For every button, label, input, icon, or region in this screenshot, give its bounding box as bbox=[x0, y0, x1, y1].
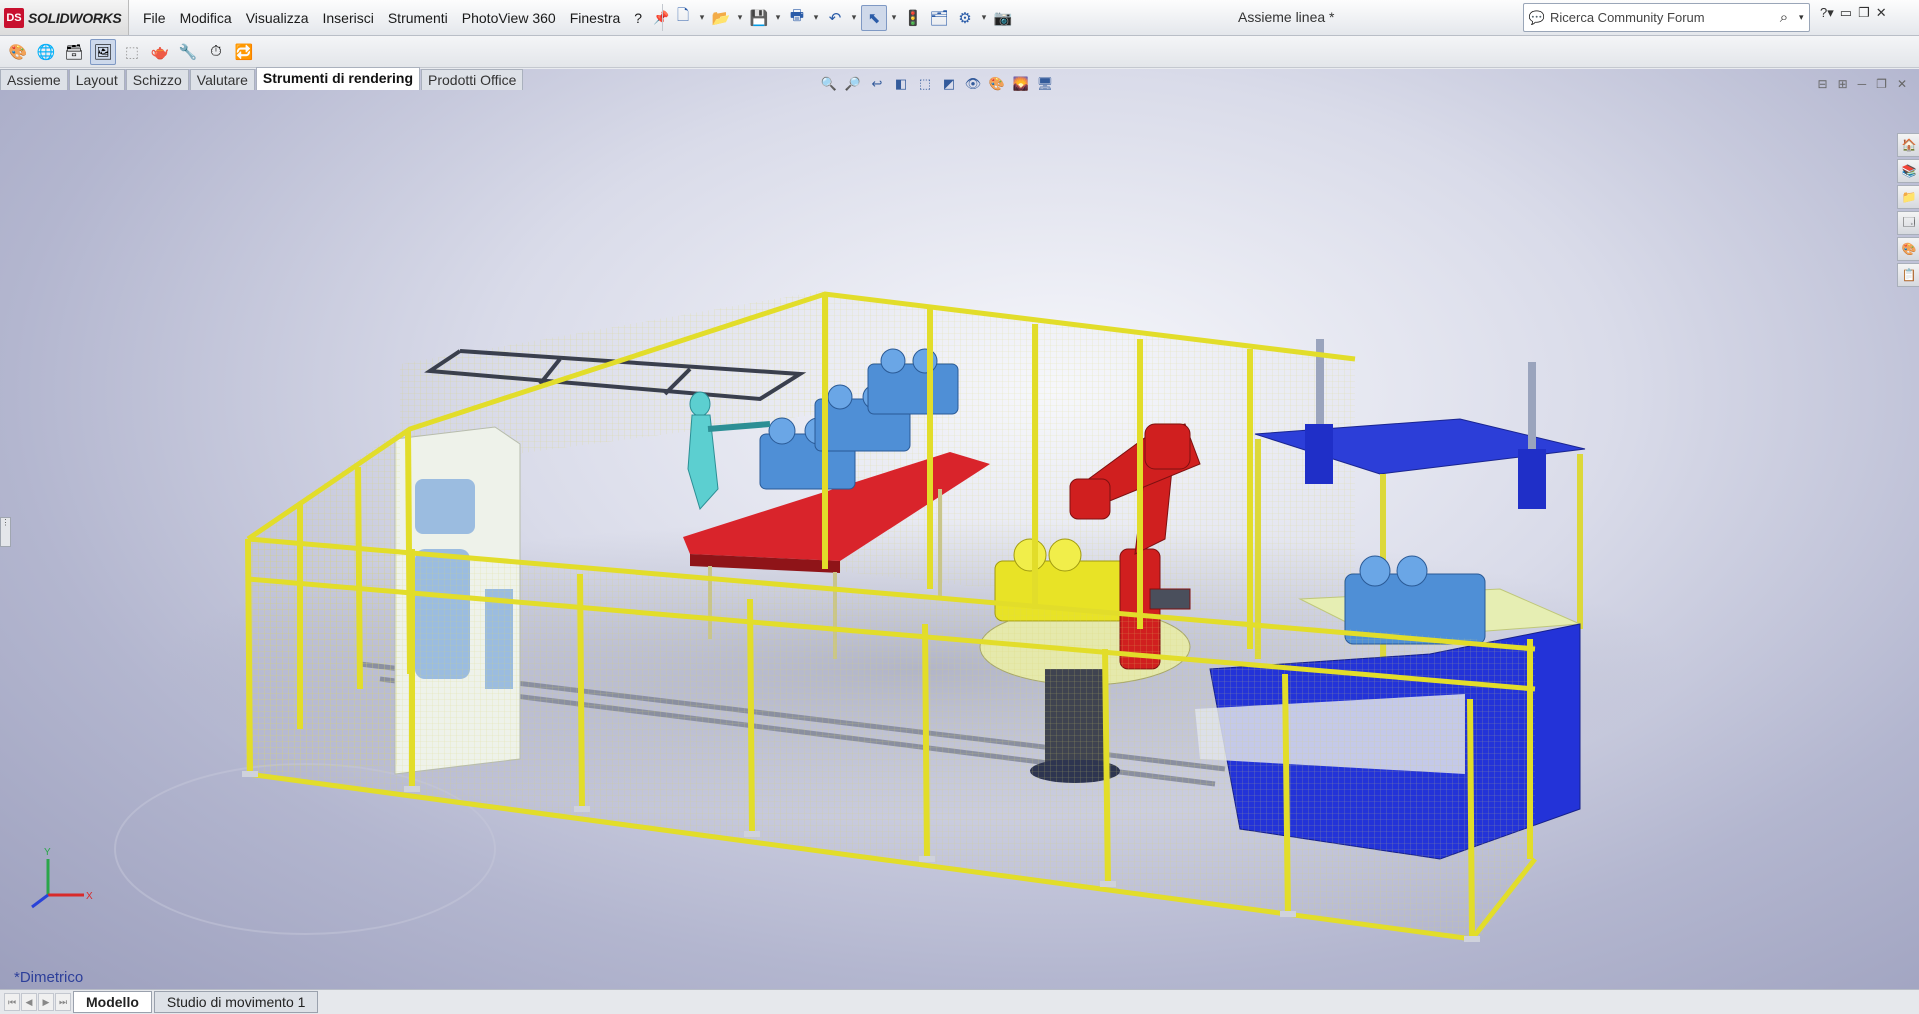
save-dropdown[interactable]: ▾ bbox=[773, 12, 783, 23]
view-orientation-icon[interactable]: ⬚ bbox=[916, 75, 934, 93]
menu-help[interactable]: ? bbox=[627, 10, 649, 26]
home-icon[interactable]: 🏠 bbox=[1897, 133, 1919, 157]
zoom-to-fit-icon[interactable]: 🔍 bbox=[820, 75, 838, 93]
display-style-icon[interactable]: ◩ bbox=[940, 75, 958, 93]
viewport-restore-icon[interactable]: ❐ bbox=[1876, 77, 1887, 91]
close-icon[interactable]: ✕ bbox=[1876, 5, 1887, 21]
select-dropdown[interactable]: ▾ bbox=[889, 12, 899, 23]
split-vertical-icon[interactable]: ⊞ bbox=[1838, 77, 1848, 91]
command-manager-tabs: Assieme Layout Schizzo Valutare Strument… bbox=[0, 67, 524, 90]
menu-file[interactable]: File bbox=[136, 10, 173, 26]
preview-window-icon[interactable]: 🖼 bbox=[90, 38, 116, 65]
help-icon[interactable]: ?▾ bbox=[1820, 5, 1834, 21]
appearance-icon[interactable]: 🎨 bbox=[6, 40, 30, 64]
camera-icon[interactable]: 📷 bbox=[991, 6, 1015, 30]
next-tab-icon[interactable]: ▶ bbox=[38, 993, 54, 1011]
tab-valutare[interactable]: Valutare bbox=[189, 69, 255, 90]
split-horizontal-icon[interactable]: ⊟ bbox=[1818, 77, 1828, 91]
menu-photoview[interactable]: PhotoView 360 bbox=[455, 10, 563, 26]
search-input[interactable]: Ricerca Community Forum bbox=[1550, 10, 1769, 25]
quick-access-toolbar: 🗋 ▾ 📂 ▾ 💾 ▾ 🖶 ▾ ↶ ▾ ⬉ ▾ 🚦 🗂 ⚙ ▾ 📷 bbox=[662, 4, 1015, 31]
menu-bar: File Modifica Visualizza Inserisci Strum… bbox=[136, 0, 673, 35]
appearances-icon[interactable]: 🎨 bbox=[1897, 237, 1919, 261]
options-icon[interactable]: ⚙ bbox=[953, 6, 977, 30]
viewport-minimize-icon[interactable]: ─ bbox=[1858, 77, 1867, 91]
menu-inserisci[interactable]: Inserisci bbox=[315, 10, 380, 26]
speech-bubble-icon: 💬 bbox=[1528, 9, 1546, 25]
options-dropdown[interactable]: ▾ bbox=[979, 12, 989, 23]
render-tools-toolbar: 🎨 🌐 🗃 🖼 ⬚ 🫖 🔧 ⏱ 🔁 bbox=[0, 36, 1919, 68]
document-title: Assieme linea * bbox=[1238, 9, 1335, 25]
schedule-icon[interactable]: ⏱ bbox=[204, 40, 228, 64]
new-dropdown[interactable]: ▾ bbox=[697, 12, 707, 23]
scene-icon[interactable]: 🌐 bbox=[34, 40, 58, 64]
svg-text:X: X bbox=[86, 891, 93, 902]
decal-icon[interactable]: 🗃 bbox=[62, 40, 86, 64]
window-controls: ?▾ ▭ ❐ ✕ bbox=[1820, 5, 1887, 21]
tab-studio-movimento[interactable]: Studio di movimento 1 bbox=[153, 991, 319, 1013]
design-library-icon[interactable]: 📚 bbox=[1897, 159, 1919, 183]
minimize-icon[interactable]: ▭ bbox=[1840, 5, 1852, 21]
file-properties-icon[interactable]: 🗂 bbox=[927, 6, 951, 30]
task-pane-tabs: 🏠 📚 📁 🗔 🎨 📋 bbox=[1897, 133, 1919, 287]
restore-icon[interactable]: ❐ bbox=[1858, 5, 1870, 21]
file-explorer-icon[interactable]: 📁 bbox=[1897, 185, 1919, 209]
edit-appearance-icon[interactable]: 🎨 bbox=[988, 75, 1006, 93]
first-tab-icon[interactable]: ⏮ bbox=[4, 993, 20, 1011]
previous-view-icon[interactable]: ↩ bbox=[868, 75, 886, 93]
tab-assieme[interactable]: Assieme bbox=[0, 69, 68, 90]
view-palette-icon[interactable]: 🗔 bbox=[1897, 211, 1919, 235]
section-view-icon[interactable]: ◧ bbox=[892, 75, 910, 93]
title-bar: DS SOLIDWORKS File Modifica Visualizza I… bbox=[0, 0, 1919, 36]
last-tab-icon[interactable]: ⏭ bbox=[55, 993, 71, 1011]
open-icon[interactable]: 📂 bbox=[709, 6, 733, 30]
viewport-controls: ⊟ ⊞ ─ ❐ ✕ bbox=[1818, 77, 1907, 91]
hide-show-items-icon[interactable]: 👁 bbox=[964, 75, 982, 93]
print-dropdown[interactable]: ▾ bbox=[811, 12, 821, 23]
tab-modello[interactable]: Modello bbox=[73, 991, 152, 1013]
svg-text:Y: Y bbox=[44, 847, 51, 858]
undo-icon[interactable]: ↶ bbox=[823, 6, 847, 30]
tab-schizzo[interactable]: Schizzo bbox=[125, 69, 189, 90]
viewport-close-icon[interactable]: ✕ bbox=[1897, 77, 1907, 91]
search-dropdown[interactable]: ▾ bbox=[1799, 12, 1809, 23]
solidworks-logo[interactable]: DS SOLIDWORKS bbox=[0, 0, 129, 35]
status-bar: ⏮ ◀ ▶ ⏭ Modello Studio di movimento 1 bbox=[0, 989, 1919, 1014]
ds-logo-icon: DS bbox=[4, 7, 24, 28]
tab-prodotti-office[interactable]: Prodotti Office bbox=[421, 69, 524, 90]
search-icon[interactable]: ⌕ bbox=[1769, 9, 1799, 26]
print-icon[interactable]: 🖶 bbox=[785, 6, 809, 30]
axis-triad: Y X bbox=[31, 847, 93, 909]
search-box[interactable]: 💬 Ricerca Community Forum ⌕ ▾ bbox=[1523, 3, 1810, 32]
zoom-to-area-icon[interactable]: 🔎 bbox=[844, 75, 862, 93]
apply-scene-icon[interactable]: 🌄 bbox=[1012, 75, 1030, 93]
render-region-icon[interactable]: ⬚ bbox=[120, 40, 144, 64]
menu-modifica[interactable]: Modifica bbox=[173, 10, 239, 26]
assembly-model[interactable]: Y X bbox=[0, 69, 1919, 989]
tab-layout[interactable]: Layout bbox=[68, 69, 125, 90]
menu-strumenti[interactable]: Strumenti bbox=[381, 10, 455, 26]
menu-finestra[interactable]: Finestra bbox=[563, 10, 628, 26]
logo-text: SOLIDWORKS bbox=[28, 9, 122, 26]
view-orientation-label: *Dimetrico bbox=[14, 969, 84, 986]
menu-visualizza[interactable]: Visualizza bbox=[239, 10, 316, 26]
custom-properties-icon[interactable]: 📋 bbox=[1897, 263, 1919, 287]
prev-tab-icon[interactable]: ◀ bbox=[21, 993, 37, 1011]
heads-up-view-toolbar: 🔍 🔎 ↩ ◧ ⬚ ◩ 👁 🎨 🌄 🖥 bbox=[820, 75, 1054, 93]
final-render-icon[interactable]: 🫖 bbox=[148, 40, 172, 64]
tab-scroll-arrows: ⏮ ◀ ▶ ⏭ bbox=[4, 993, 71, 1011]
view-settings-icon[interactable]: 🖥 bbox=[1036, 75, 1054, 93]
graphics-area[interactable]: 🔍 🔎 ↩ ◧ ⬚ ◩ 👁 🎨 🌄 🖥 ⊟ ⊞ ─ ❐ ✕ 🏠 📚 📁 🗔 🎨 … bbox=[0, 69, 1919, 989]
feature-tree-handle[interactable]: ⋮ bbox=[0, 517, 11, 547]
open-dropdown[interactable]: ▾ bbox=[735, 12, 745, 23]
undo-dropdown[interactable]: ▾ bbox=[849, 12, 859, 23]
save-icon[interactable]: 💾 bbox=[747, 6, 771, 30]
new-icon[interactable]: 🗋 bbox=[671, 6, 695, 30]
recall-icon[interactable]: 🔁 bbox=[232, 40, 256, 64]
rebuild-icon[interactable]: 🚦 bbox=[901, 6, 925, 30]
render-options-icon[interactable]: 🔧 bbox=[176, 40, 200, 64]
tab-strumenti-rendering[interactable]: Strumenti di rendering bbox=[255, 67, 420, 90]
select-icon[interactable]: ⬉ bbox=[861, 4, 887, 31]
